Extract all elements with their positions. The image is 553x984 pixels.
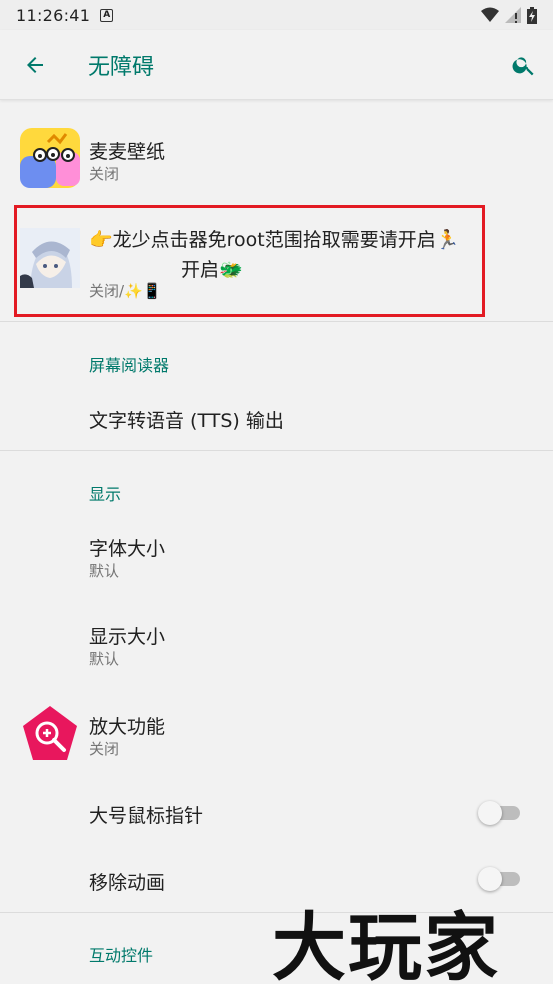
magnification-status: 关闭 [89, 740, 120, 758]
battery-charging-icon [527, 6, 537, 24]
font-size-item[interactable]: 字体大小 默认 [0, 512, 553, 602]
status-bar: 11:26:41 A [0, 0, 553, 30]
large-pointer-switch[interactable] [478, 799, 520, 827]
large-pointer-title: 大号鼠标指针 [89, 805, 204, 827]
magnification-item[interactable]: 放大功能 关闭 [0, 690, 553, 780]
wifi-icon [481, 7, 499, 22]
font-size-title: 字体大小 [89, 538, 166, 560]
search-icon [512, 56, 534, 75]
wallpaper-app-icon [20, 128, 80, 188]
remove-animations-title: 移除动画 [89, 872, 166, 894]
status-icons [481, 6, 537, 24]
highlight-box [14, 205, 485, 317]
tts-output-title: 文字转语音 (TTS) 输出 [89, 410, 284, 432]
display-size-item[interactable]: 显示大小 默认 [0, 602, 553, 690]
divider [0, 321, 553, 322]
section-header-screen-reader: 屏幕阅读器 [89, 356, 170, 375]
search-button[interactable] [495, 30, 553, 100]
switch-thumb [478, 801, 502, 825]
section-header-display: 显示 [89, 485, 122, 504]
service-item-wallpaper[interactable]: 麦麦壁纸 关闭 [0, 100, 553, 202]
service-title: 麦麦壁纸 [89, 141, 166, 163]
status-time: 11:26:41 [16, 5, 91, 25]
display-size-title: 显示大小 [89, 626, 166, 648]
watermark: 大玩家 [272, 905, 500, 984]
page-title: 无障碍 [88, 54, 155, 80]
divider [0, 450, 553, 451]
magnification-title: 放大功能 [89, 716, 166, 738]
section-header-interaction: 互动控件 [89, 946, 154, 965]
large-pointer-item[interactable]: 大号鼠标指针 [0, 780, 553, 848]
app-bar: 无障碍 [0, 30, 553, 100]
service-status: 关闭 [89, 165, 120, 183]
arrow-back-icon [27, 56, 43, 73]
font-size-value: 默认 [89, 562, 120, 580]
tts-output-item[interactable]: 文字转语音 (TTS) 输出 [0, 380, 553, 450]
back-button[interactable] [0, 30, 70, 100]
notification-a-icon: A [100, 8, 114, 22]
magnification-icon [20, 704, 80, 764]
display-size-value: 默认 [89, 650, 120, 668]
signal-icon [505, 7, 521, 23]
